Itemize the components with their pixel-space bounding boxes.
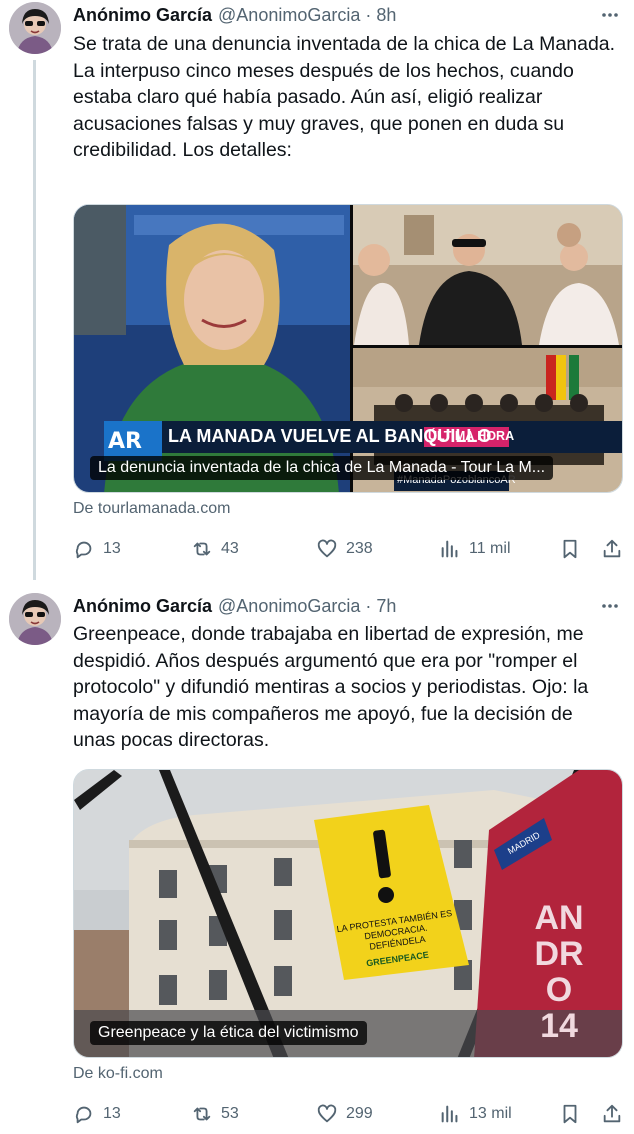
repost-icon [193,542,211,556]
card-source[interactable]: De tourlamanada.com [73,500,230,518]
bookmark-icon [563,1104,577,1124]
repost-count: 43 [221,540,239,557]
like-button[interactable]: 299 [316,1101,373,1127]
card-caption: Greenpeace y la ética del victimismo [90,1021,367,1045]
views-count: 11 mil [469,540,511,557]
views-icon [441,540,458,558]
banner-tag: ÚLTIMA HORA [428,429,515,443]
tweet-actions: 13 53 299 13 mil [73,1101,623,1127]
reply-button[interactable]: 13 [73,536,121,562]
views-icon [441,1105,458,1123]
avatar[interactable] [9,593,61,645]
repost-button[interactable]: 53 [191,1101,239,1127]
bookmark-icon [563,539,577,559]
timestamp[interactable]: 8h [376,5,396,26]
share-icon [603,1104,621,1123]
mural-text: AN DRO 14 [534,899,584,1045]
tweet-1[interactable]: Anónimo García @AnonimoGarcia · 8h Se tr… [0,0,634,580]
author-name[interactable]: Anónimo García [73,596,212,617]
like-count: 238 [346,540,373,557]
author-handle[interactable]: @AnonimoGarcia [218,596,360,617]
repost-count: 53 [221,1105,239,1122]
reply-count: 13 [103,540,121,557]
views-button[interactable]: 11 mil [439,536,511,562]
tweet-2[interactable]: Anónimo García @AnonimoGarcia · 7h Green… [0,590,634,1134]
card-caption: La denuncia inventada de la chica de La … [90,456,554,480]
reply-button[interactable]: 13 [73,1101,121,1127]
tweet-header: Anónimo García @AnonimoGarcia · 7h [73,593,396,619]
share-button[interactable] [601,536,623,562]
avatar[interactable] [9,2,61,54]
banner-logo: AR [108,429,142,454]
tweet-text: Se trata de una denuncia inventada de la… [73,33,616,161]
tweet-header: Anónimo García @AnonimoGarcia · 8h [73,2,396,28]
tweet-text: Greenpeace, donde trabajaba en libertad … [73,623,594,751]
separator: · [365,4,372,25]
bookmark-button[interactable] [559,1101,581,1127]
card-source[interactable]: De ko-fi.com [73,1065,163,1083]
reply-icon [75,541,92,559]
views-count: 13 mil [469,1105,512,1122]
link-card[interactable]: AN DRO 14 MADRID LA PROTESTA TAMBIÉN ES … [73,769,623,1058]
views-button[interactable]: 13 mil [439,1101,512,1127]
author-handle[interactable]: @AnonimoGarcia [218,5,360,26]
more-options-icon[interactable] [598,594,622,618]
separator: · [365,595,372,616]
bookmark-button[interactable] [559,536,581,562]
thread-line [33,60,36,580]
tweet-actions: 13 43 238 11 mil [73,536,623,562]
reply-icon [75,1106,92,1124]
timestamp[interactable]: 7h [376,596,396,617]
link-card[interactable]: AR LA MANADA VUELVE AL BANQUILLO ÚLTIMA … [73,204,623,493]
heart-icon [317,1104,337,1123]
share-button[interactable] [601,1101,623,1127]
author-name[interactable]: Anónimo García [73,5,212,26]
share-icon [603,539,621,558]
card-image [74,205,622,492]
heart-icon [317,539,337,558]
more-options-icon[interactable] [598,3,622,27]
like-count: 299 [346,1105,373,1122]
reply-count: 13 [103,1105,121,1122]
like-button[interactable]: 238 [316,536,373,562]
repost-icon [193,1107,211,1121]
repost-button[interactable]: 43 [191,536,239,562]
